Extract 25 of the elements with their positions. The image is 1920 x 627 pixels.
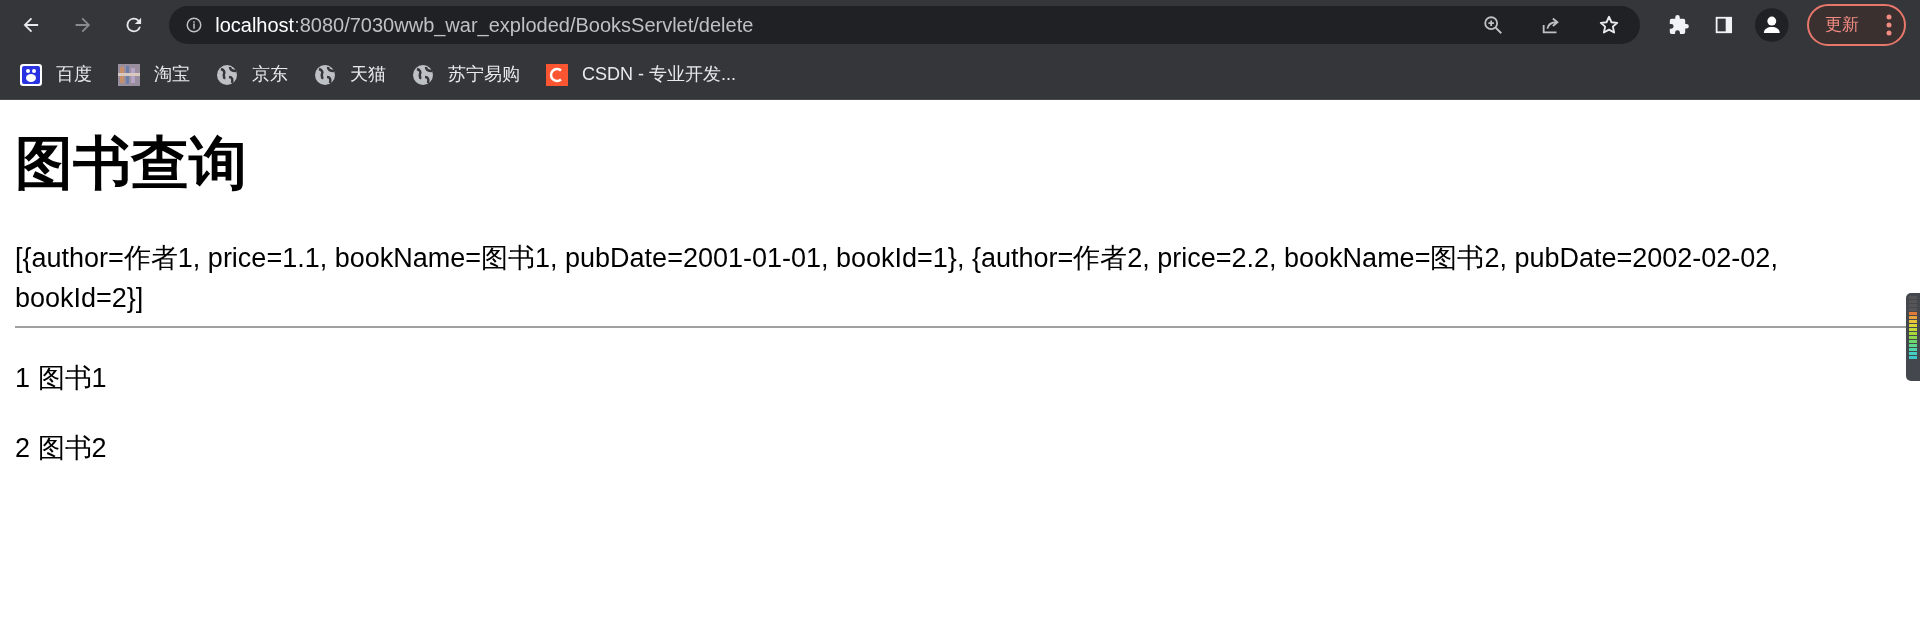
globe-icon (216, 63, 238, 86)
puzzle-piece-icon[interactable] (1667, 14, 1690, 36)
bookmark-link[interactable]: 苏宁易购 (448, 61, 520, 88)
bookmark-link[interactable]: 百度 (56, 61, 92, 88)
books-data-text: [{author=作者1, price=1.1, bookName=图书1, pubDate=2001-01-01, bookId=1}, {author=作者2, price=2.2, bookName=图书2, pubDate=2002-02-02, bookId=2}] (15, 242, 1779, 315)
globe-icon (314, 63, 336, 86)
book-entry: 1 图书1 (15, 362, 108, 395)
paw-icon (20, 63, 42, 86)
zoom-icon[interactable] (1481, 14, 1504, 36)
bookmark-link[interactable]: 淘宝 (154, 61, 190, 88)
bookmark-link[interactable]: CSDN - 专业开发... (582, 61, 736, 88)
profile-avatar-icon[interactable] (1755, 8, 1789, 42)
letter-c-logo-icon (546, 63, 568, 86)
info-icon[interactable] (185, 16, 204, 34)
more-options-icon[interactable] (1886, 14, 1892, 36)
mosaic-icon (118, 63, 140, 86)
bookmark-link[interactable]: 京东 (252, 61, 288, 88)
star-icon[interactable] (1597, 14, 1620, 36)
address-bar[interactable]: localhost:8080/7030wwb_war_exploded/BooksServlet/delete (169, 6, 1640, 44)
book-entry: 2 图书2 (15, 432, 108, 465)
globe-icon (412, 63, 434, 86)
bookmark-link[interactable]: 天猫 (350, 61, 386, 88)
page-heading: 图书查询 (15, 129, 248, 197)
update-button[interactable]: 更新 (1806, 4, 1906, 46)
url-text: localhost:8080/7030wwb_war_exploded/BooksServlet/delete (215, 13, 754, 39)
